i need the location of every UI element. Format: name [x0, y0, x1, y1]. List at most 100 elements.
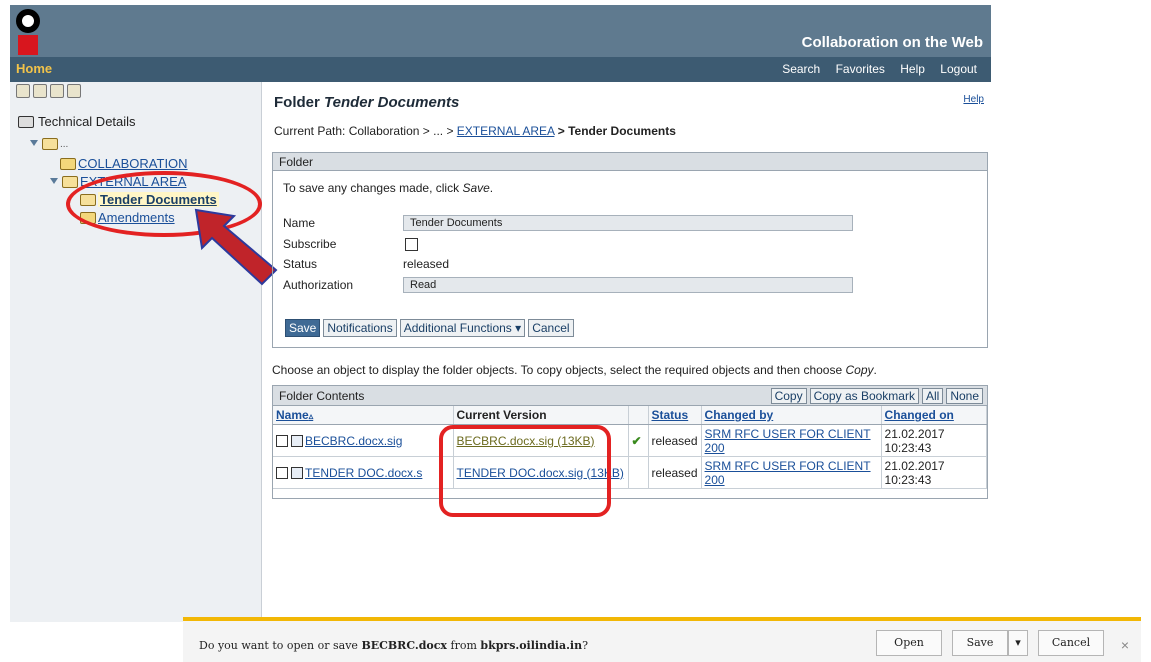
status-row: Status released [283, 257, 449, 271]
tree-root-label: Technical Details [38, 114, 136, 129]
status-value: released [403, 257, 450, 271]
column-current-version: Current Version [453, 406, 629, 425]
additional-functions-button[interactable]: Additional Functions ▾ [399, 319, 526, 337]
nav-help-link[interactable]: Help [900, 62, 925, 76]
column-status-icon [628, 406, 649, 425]
download-site: bkprs.oilindia.in [480, 639, 583, 652]
save-button[interactable]: Save [285, 319, 321, 337]
folder-tree-sidebar: Technical Details ... COLLABORATION EXTE… [10, 82, 262, 622]
tree-link-collaboration[interactable]: COLLABORATION [78, 156, 188, 171]
page-title: Folder Tender Documents [274, 94, 459, 111]
column-changed-on[interactable]: Changed on [881, 406, 988, 425]
row-changed-by-link[interactable]: SRM RFC USER FOR CLIENT 200 [705, 427, 871, 455]
save-options-dropdown[interactable]: ▾ [1008, 630, 1028, 656]
breadcrumb-label: Current Path: [274, 124, 346, 138]
tree-item-collaboration[interactable]: COLLABORATION [60, 156, 188, 171]
download-prompt-prefix: Do you want to open or save [199, 639, 358, 652]
save-hint-text: To save any changes made, click [283, 181, 460, 195]
help-link[interactable]: Help [963, 94, 984, 105]
sort-indicator-icon: ▵ [308, 411, 314, 421]
instruction-text: Choose an object to display the folder o… [272, 363, 843, 377]
folder-instruction: Choose an object to display the folder o… [272, 363, 877, 377]
download-prompt-suffix: ? [582, 639, 588, 652]
notifications-button[interactable]: Notifications [323, 319, 397, 337]
copy-button[interactable]: Copy [770, 388, 807, 404]
table-row: TENDER DOC.docx.s TENDER DOC.docx.sig (1… [273, 456, 988, 489]
document-icon [291, 467, 303, 480]
subscribe-row: Subscribe [283, 237, 418, 251]
row-status-cell: released [648, 424, 702, 457]
breadcrumb-current: > Tender Documents [557, 124, 676, 138]
row-status-cell: released [648, 456, 702, 489]
column-status[interactable]: Status [648, 406, 702, 425]
row-changed-by-link[interactable]: SRM RFC USER FOR CLIENT 200 [705, 459, 871, 487]
copy-as-bookmark-button[interactable]: Copy as Bookmark [809, 388, 919, 404]
additional-functions-label: Additional Functions [403, 321, 512, 335]
download-prompt-from: from [450, 639, 477, 652]
document-icon [291, 435, 303, 448]
breadcrumb: Current Path: Collaboration > ... > EXTE… [274, 124, 676, 138]
folder-section-title: Folder [273, 153, 987, 171]
select-none-button[interactable]: None [946, 388, 983, 404]
row-name-link[interactable]: TENDER DOC.docx.s [305, 466, 422, 480]
subscribe-checkbox[interactable] [405, 237, 418, 251]
main-content: Folder Tender Documents Help Current Pat… [270, 82, 992, 622]
cancel-button[interactable]: Cancel [528, 319, 574, 337]
home-folder-icon[interactable] [33, 84, 47, 98]
breadcrumb-link-external-area[interactable]: EXTERNAL AREA [457, 124, 555, 138]
table-header-row: Name▵ Current Version Status Changed by … [273, 406, 988, 425]
nav-bar: Home Search Favorites Help Logout [10, 57, 991, 82]
breadcrumb-root: Collaboration > ... > [348, 124, 454, 138]
folder-contents-title: Folder Contents [279, 389, 365, 403]
app-header: Collaboration on the Web [10, 5, 991, 57]
folder-open-icon [42, 138, 58, 150]
new-folder-icon[interactable] [50, 84, 64, 98]
instruction-action: Copy [845, 363, 874, 377]
page-title-folder-name: Tender Documents [324, 94, 460, 111]
nav-search-link[interactable]: Search [782, 62, 820, 76]
tree-item-ellipsis[interactable]: ... [30, 138, 68, 150]
open-button[interactable]: Open [876, 630, 942, 656]
annotation-arrow [194, 208, 278, 286]
subscribe-label: Subscribe [283, 237, 337, 251]
column-name[interactable]: Name▵ [273, 406, 454, 425]
folder-open-icon [62, 175, 78, 188]
row-status-icon-cell [628, 456, 649, 489]
collapse-icon[interactable] [16, 84, 30, 98]
expand-icon[interactable] [30, 140, 38, 148]
nav-favorites-link[interactable]: Favorites [836, 62, 885, 76]
row-checkbox[interactable] [276, 435, 288, 448]
oil-india-logo [14, 9, 44, 55]
folder-actions: Save Notifications Additional Functions … [285, 319, 574, 337]
app-brand-title: Collaboration on the Web [801, 34, 983, 51]
nav-links: Search Favorites Help Logout [770, 62, 977, 76]
column-changed-by[interactable]: Changed by [701, 406, 882, 425]
save-download-button[interactable]: Save [952, 630, 1008, 656]
folder-contents-panel: Folder Contents Copy Copy as Bookmark Al… [272, 385, 988, 499]
cancel-download-button[interactable]: Cancel [1038, 630, 1104, 656]
row-name-cell: TENDER DOC.docx.s [273, 456, 454, 489]
expand-icon[interactable] [50, 177, 58, 186]
folder-settings-icon[interactable] [67, 84, 81, 98]
download-file-name: BECBRC.docx [361, 639, 447, 652]
row-changed-by-cell: SRM RFC USER FOR CLIENT 200 [701, 424, 882, 457]
status-label: Status [283, 257, 318, 271]
authorization-field: Read [403, 277, 853, 293]
download-notification-bar: Do you want to open or save BECBRC.docx … [183, 617, 1141, 662]
annotation-version-highlight [439, 425, 611, 517]
tree-toolbar [16, 84, 81, 98]
row-changed-by-cell: SRM RFC USER FOR CLIENT 200 [701, 456, 882, 489]
tree-root[interactable]: Technical Details [18, 114, 136, 129]
close-icon[interactable]: × [1121, 637, 1129, 653]
nav-logout-link[interactable]: Logout [940, 62, 977, 76]
name-field: Tender Documents [403, 215, 853, 231]
folder-properties-panel: Folder To save any changes made, click S… [272, 152, 988, 348]
row-checkbox[interactable] [276, 467, 288, 480]
table-row: BECBRC.docx.sig BECBRC.docx.sig (13KB) ✔… [273, 424, 988, 457]
nav-home-link[interactable]: Home [16, 61, 52, 76]
name-label: Name [283, 216, 316, 230]
checkmark-icon: ✔ [631, 433, 642, 448]
select-all-button[interactable]: All [921, 388, 944, 404]
folder-contents-header: Folder Contents Copy Copy as Bookmark Al… [273, 386, 987, 406]
row-name-link[interactable]: BECBRC.docx.sig [305, 434, 402, 448]
